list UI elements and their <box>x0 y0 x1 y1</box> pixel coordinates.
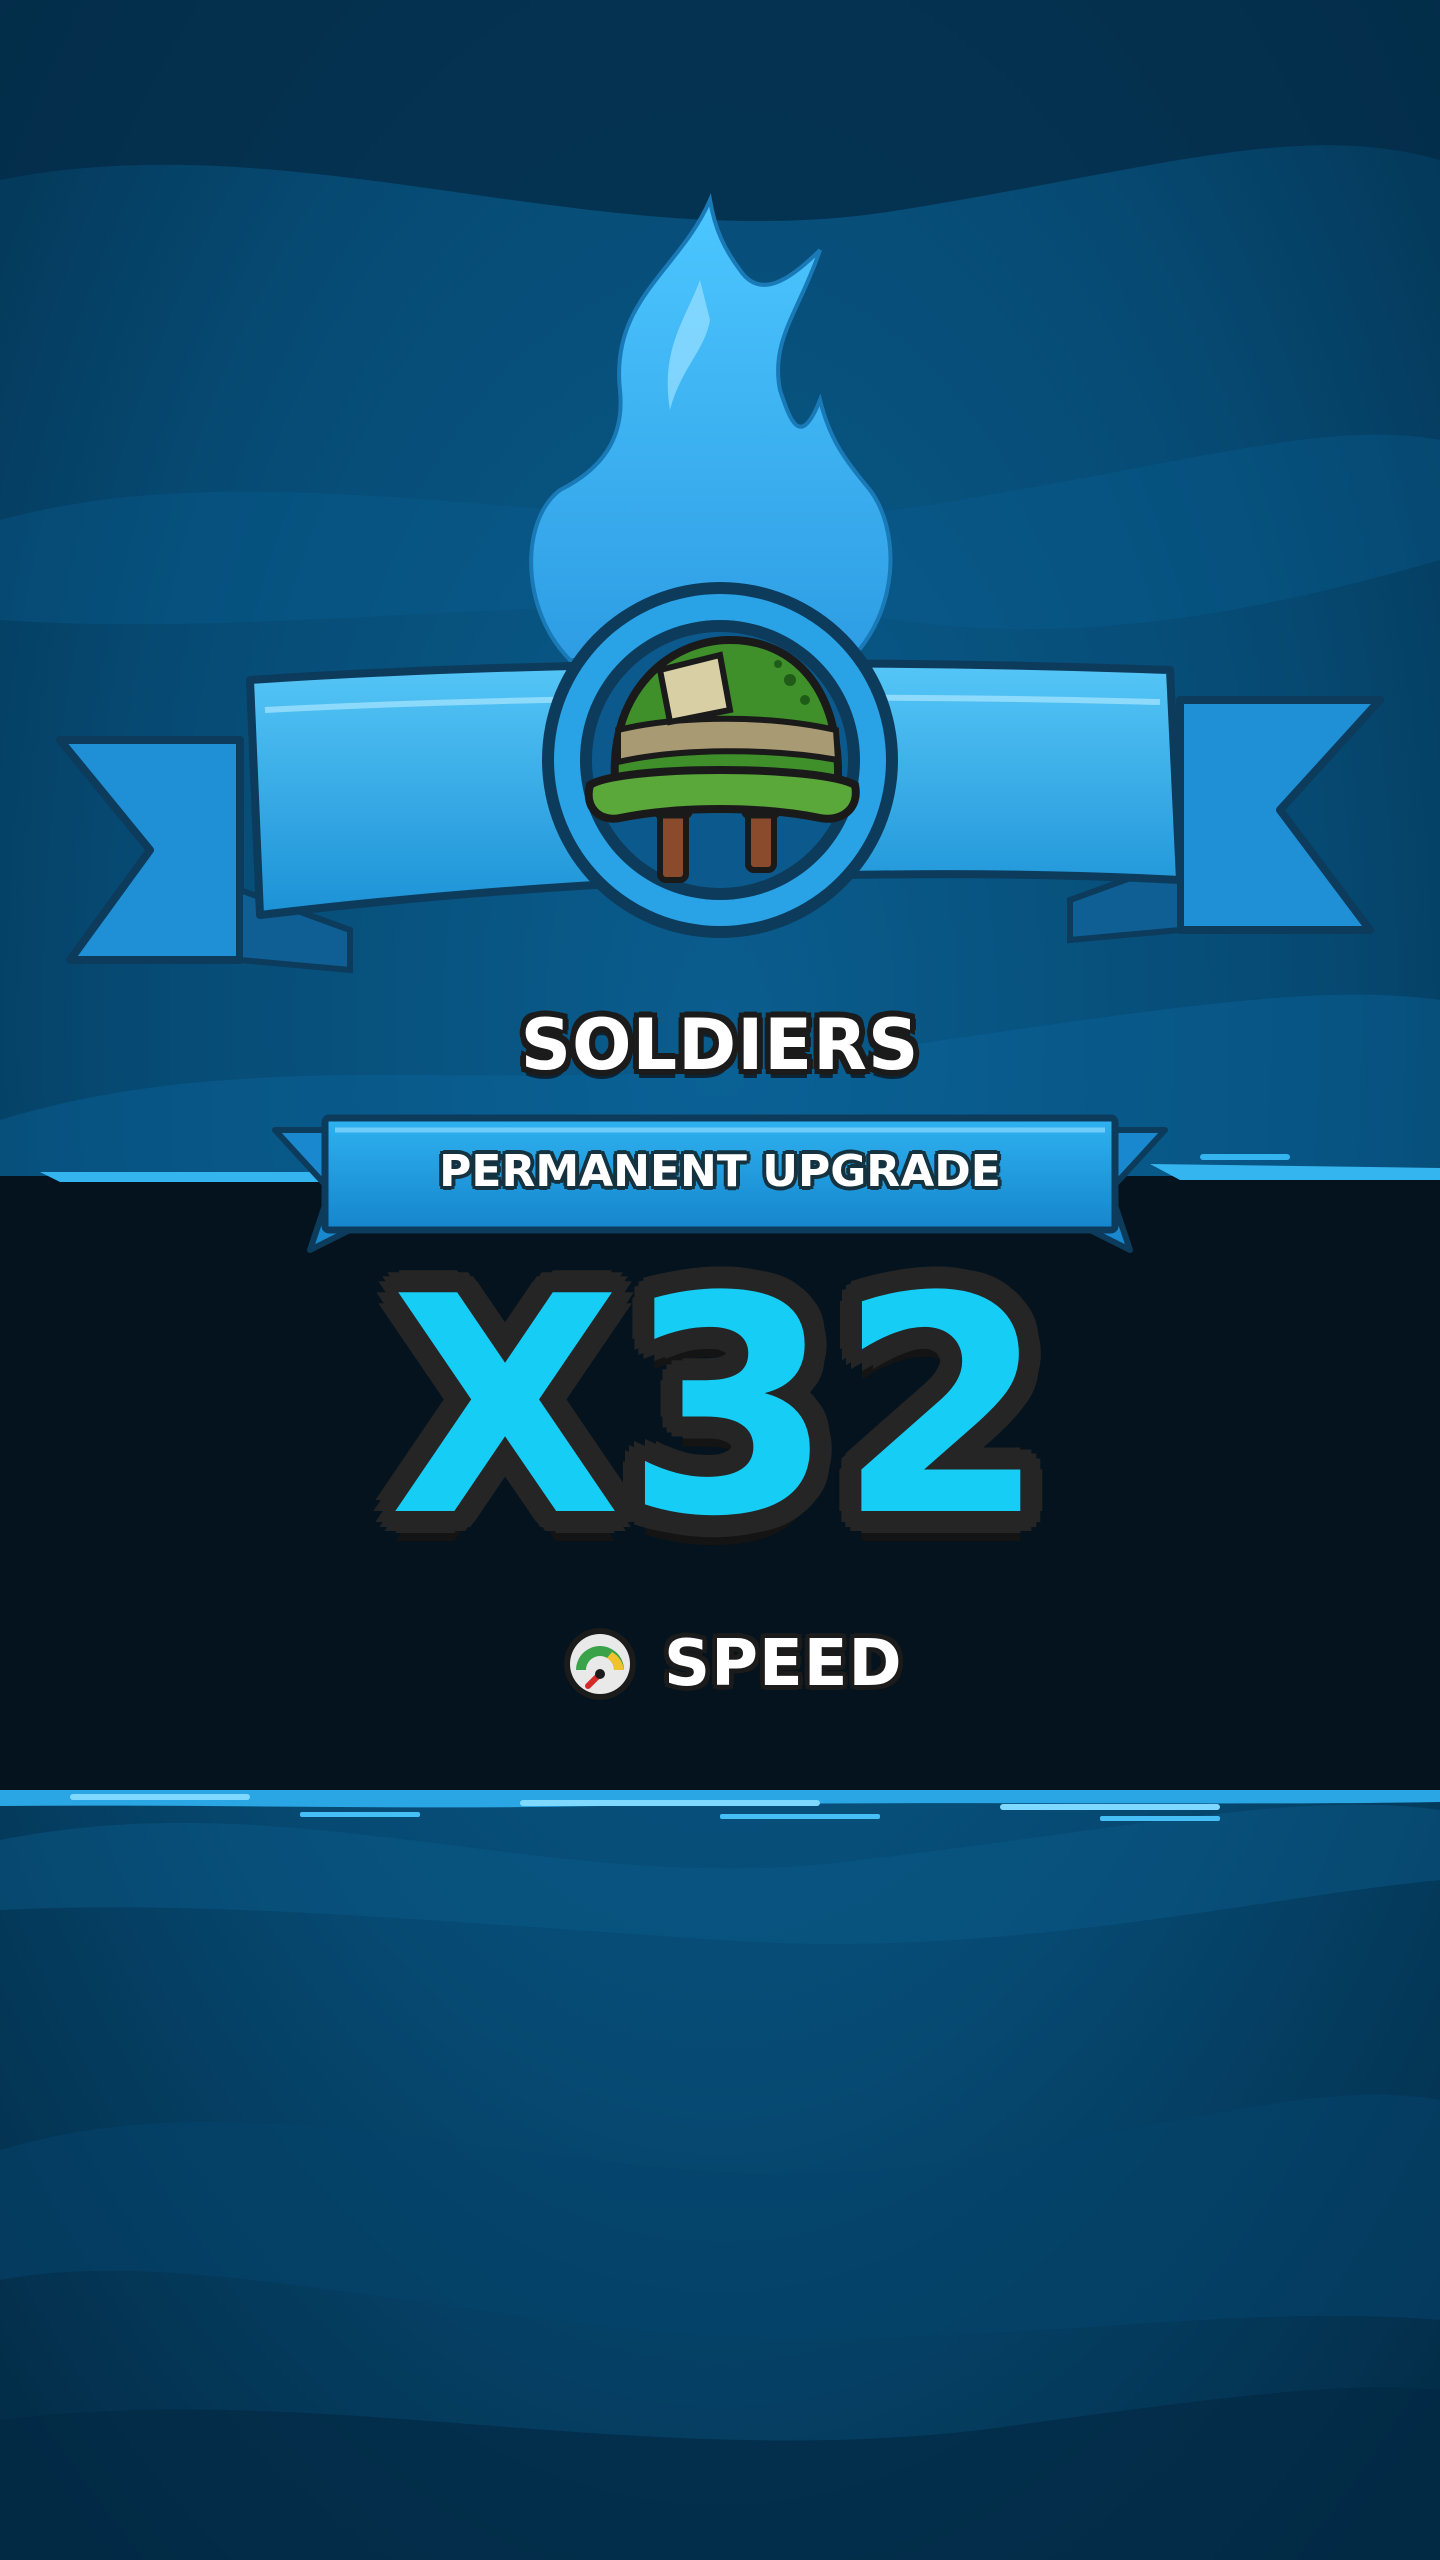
unit-title: SOLDIERS <box>520 1004 920 1086</box>
stat-row: SPEED <box>560 1614 903 1714</box>
stat-label: SPEED <box>664 1627 903 1701</box>
unit-badge <box>542 582 898 938</box>
upgrade-banner-text: PERMANENT UPGRADE <box>439 1146 1001 1197</box>
reward-screen[interactable]: SOLDIERS PERMANENT UPGRADE X32 SPEED <box>0 0 1440 2560</box>
multiplier-value: X32 <box>389 1233 1051 1582</box>
speedometer-icon <box>564 1628 636 1700</box>
